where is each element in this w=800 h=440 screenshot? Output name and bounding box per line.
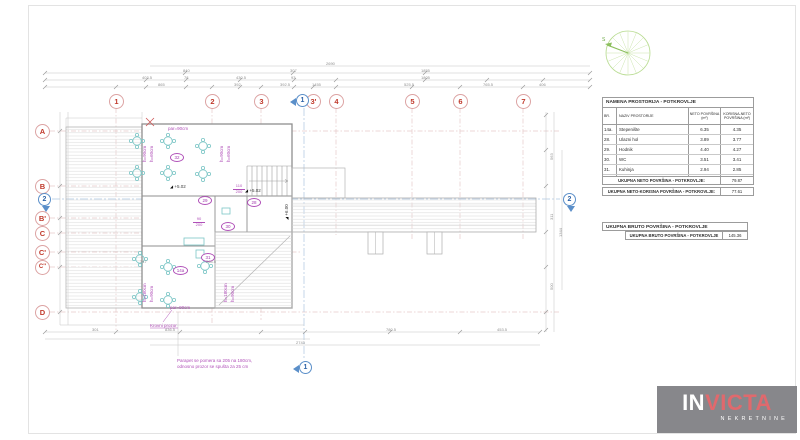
table-row: 14a. Stepenište 6.35 4.35 <box>603 125 753 135</box>
dim-label: 1805 <box>421 75 430 80</box>
section-marker-2-right: 2 <box>563 193 576 206</box>
grid-col-bubble-5: 5 <box>405 94 420 109</box>
door-size-label: 90 200 <box>193 217 205 227</box>
dim-label: 403.5 <box>142 75 152 80</box>
room-number-bubble: 28 <box>247 198 261 207</box>
room-number-bubble: 32 <box>170 153 184 162</box>
plan-note: Parapet se pomera sa 205 na 180cm, odnos… <box>177 358 252 370</box>
annotation-height: h=90cm <box>142 146 147 162</box>
annotation-height: h=60cm <box>226 146 231 162</box>
north-compass-icon: S <box>602 27 654 79</box>
floor-plan-linework <box>0 0 800 440</box>
level-marker: ◢ +5.02 <box>170 184 186 189</box>
dim-label: 347 <box>140 259 147 264</box>
drawing-sheet: S 1 2 3 3' 4 5 6 7 A B B' C C' C'' D 1 1… <box>0 0 800 440</box>
dim-label: 2743 <box>296 340 305 345</box>
col-header-neto: NETO POVRŠINA (m²) <box>689 108 721 124</box>
door-size-label: 110 200 <box>233 184 245 194</box>
annotation-parapet-bottom: par=90cm <box>170 305 190 310</box>
annotation-parapet-top: par=90cm <box>168 126 188 131</box>
grid-col-bubble-7: 7 <box>516 94 531 109</box>
dim-label: 1344 <box>558 228 563 237</box>
grid-col-bubble-2: 2 <box>205 94 220 109</box>
col-header-naziv: NAZIV PROSTORIJE <box>617 108 689 124</box>
logo-wordmark: INVICTA <box>657 391 797 415</box>
grid-row-bubble-Cpp: C'' <box>35 260 50 275</box>
section-arrow-icon <box>290 98 296 106</box>
annotation-height: h=90cm <box>219 146 224 162</box>
dim-label: 780.5 <box>386 327 396 332</box>
total-korisna-row: UKUPNA NETO-KORISNA POVRŠINA - POTKROVLJ… <box>602 187 754 196</box>
grid-row-bubble-B: B <box>35 179 50 194</box>
dim-label: 78 <box>184 75 188 80</box>
grid-col-bubble-1: 1 <box>109 94 124 109</box>
table-row: 29. Hodnik 4.40 4.27 <box>603 145 753 155</box>
dim-label: 1455 <box>312 82 321 87</box>
grid-row-bubble-A: A <box>35 124 50 139</box>
dim-label: 392 <box>234 82 241 87</box>
logo-subtitle: NEKRETNINE <box>657 416 797 422</box>
level-flag-icon: ◢ <box>284 217 289 220</box>
right-wing-roof <box>292 198 536 254</box>
section-arrow-icon <box>567 206 575 212</box>
dim-label: 865 <box>158 82 165 87</box>
grid-row-bubble-Cp: C' <box>35 245 50 260</box>
dim-label: 311 <box>549 214 554 220</box>
level-flag-icon: ◢ <box>170 184 173 189</box>
dim-label: 1855 <box>421 68 430 73</box>
dim-label: 406 <box>539 82 546 87</box>
compass-north-label: S <box>602 37 606 43</box>
section-marker-1-top: 1 <box>296 94 309 107</box>
dim-label: 2690 <box>326 61 335 66</box>
annotation-height: h=90cm <box>230 286 235 302</box>
grid-row-bubble-Bp: B' <box>35 211 50 226</box>
col-header-br: BR. <box>603 108 617 124</box>
grid-row-bubble-C: C <box>35 226 50 241</box>
table-row: 30. WC 3.51 3.41 <box>603 155 753 165</box>
col-header-korisna: KORISNA-NETO POVRŠINA (m²) <box>721 108 753 124</box>
level-flag-icon: ◢ <box>245 188 248 193</box>
grid-col-bubble-6: 6 <box>453 94 468 109</box>
dim-label: 500 <box>549 283 554 290</box>
room-number-bubble: 30 <box>221 222 235 231</box>
dim-label: 264.5 <box>206 259 216 264</box>
level-marker: ◢ +6.00 <box>284 204 289 220</box>
invicta-logo: INVICTA NEKRETNINE <box>657 386 797 433</box>
annotation-height: h=180cm <box>142 283 147 302</box>
dim-label: 765.5 <box>483 82 493 87</box>
dim-label: 301 <box>92 327 99 332</box>
level-marker: ◢ +5.02 <box>245 188 261 193</box>
dim-label: 307 <box>290 68 297 73</box>
section-arrow-icon <box>293 365 299 373</box>
grid-col-bubble-3: 3 <box>254 94 269 109</box>
section-marker-2-left: 2 <box>38 193 51 206</box>
dim-label: 840 <box>183 68 190 73</box>
annotation-height: h=90cm <box>149 286 154 302</box>
bruto-table-value-row: UKUPNA BRUTO POVRŠINA - POTKROVLJE 145.3… <box>625 231 748 240</box>
grid-row-bubble-D: D <box>35 305 50 320</box>
table-row: 28. Ulazni hol 3.89 3.77 <box>603 135 753 145</box>
total-neto-row: UKUPNA NETO POVRŠINA - POTKROVLJE: 79.87 <box>602 176 754 185</box>
room-table-title: NAMENA PROSTORIJA - POTKROVLJE <box>603 98 753 108</box>
dim-label: 563 <box>549 153 554 160</box>
grid-col-bubble-4: 4 <box>329 94 344 109</box>
room-number-bubble: 14a <box>173 266 188 275</box>
dim-label: 836.5 <box>165 327 175 332</box>
section-arrow-icon <box>42 206 50 212</box>
bruto-table-title-box: UKUPNA BRUTO POVRŠINA - POTKROVLJE <box>602 222 748 231</box>
annotation-height: h=180cm <box>223 283 228 302</box>
dim-label: 93 <box>291 75 295 80</box>
left-roof-hatch <box>66 112 142 308</box>
room-table-header: BR. NAZIV PROSTORIJE NETO POVRŠINA (m²) … <box>603 108 753 125</box>
section-marker-1-bottom: 1 <box>299 361 312 374</box>
dim-label: 453.5 <box>497 327 507 332</box>
dim-label: 525.5 <box>404 82 414 87</box>
room-number-bubble: 29 <box>198 196 212 205</box>
room-area-table: NAMENA PROSTORIJA - POTKROVLJE BR. NAZIV… <box>602 97 754 185</box>
table-row: 31. Kuhinja 2.94 2.85 <box>603 165 753 175</box>
annotation-height: h=60cm <box>149 146 154 162</box>
dim-label: 430.5 <box>236 75 246 80</box>
dim-label: 392.5 <box>280 82 290 87</box>
